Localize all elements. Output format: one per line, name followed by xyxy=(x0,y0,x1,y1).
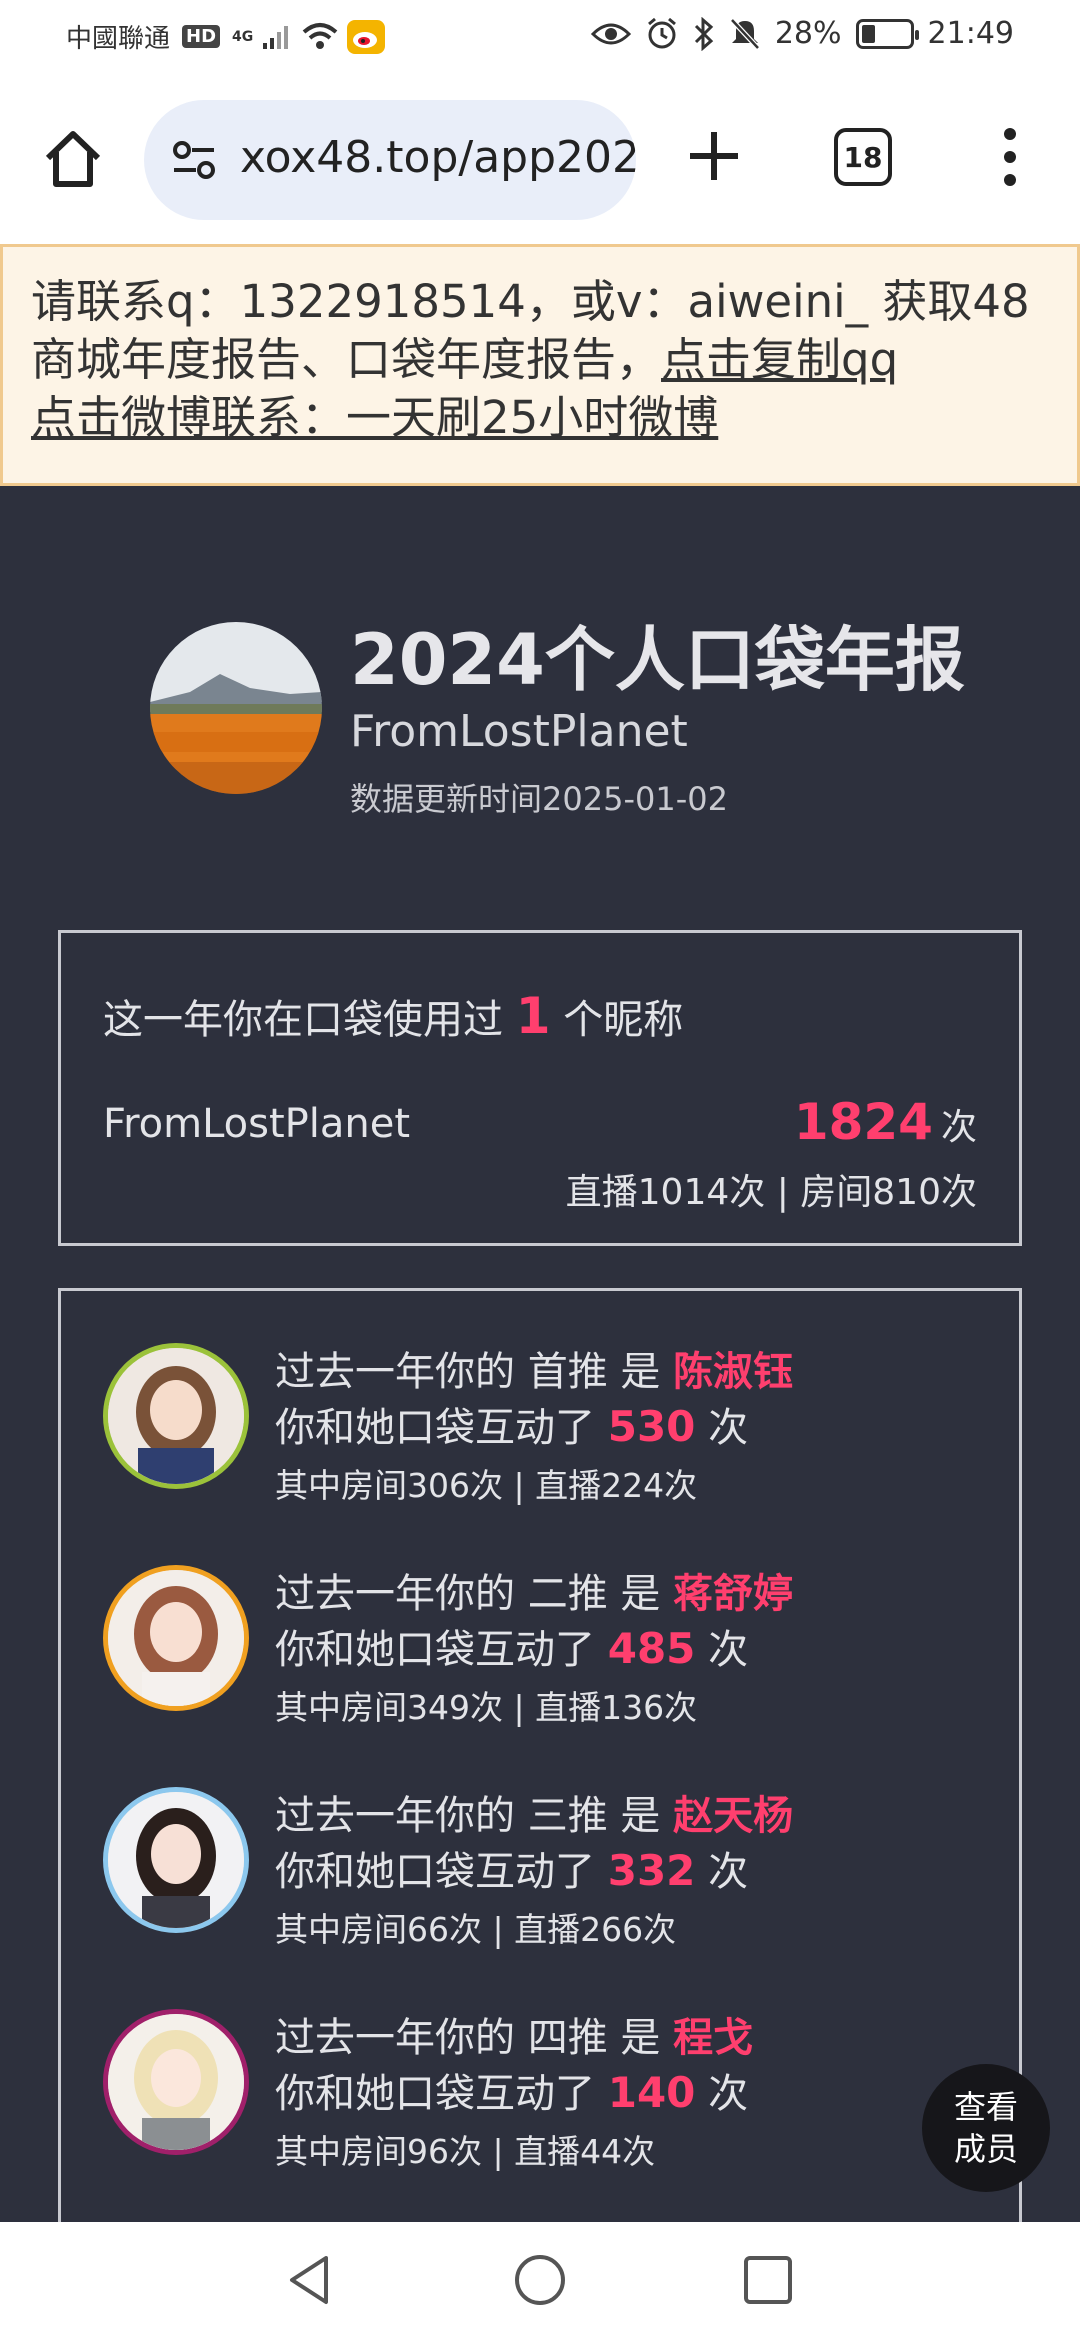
tab-count: 18 xyxy=(843,140,883,174)
oshi-title: 过去一年你的 首推 是 陈淑钰 xyxy=(275,1339,793,1397)
oshi-title: 过去一年你的 二推 是 蒋舒婷 xyxy=(275,1561,793,1619)
status-bar: 中國聯通 HD 4G 28% 21:49 xyxy=(0,0,1080,78)
interaction-unit: 次 xyxy=(708,1627,749,1673)
copy-qq-link[interactable]: 点击复制qq xyxy=(661,333,898,386)
nickname-total: 1824 次 xyxy=(794,1093,977,1151)
clock-time: 21:49 xyxy=(927,16,1014,51)
interaction-count: 332 xyxy=(607,1846,696,1895)
interaction-prefix: 你和她口袋互动了 xyxy=(275,1405,595,1451)
browser-toolbar: xox48.top/app202 18 xyxy=(0,78,1080,244)
update-time: 数据更新时间2025-01-02 xyxy=(350,780,728,818)
member-name[interactable]: 程戈 xyxy=(673,2015,753,2061)
contact-notice: 请联系q：1322918514，或v：aiweini_ 获取48商城年度报告、口… xyxy=(0,244,1080,486)
more-menu-icon[interactable] xyxy=(992,122,1028,192)
oshi-interaction: 你和她口袋互动了 530 次 xyxy=(275,1395,748,1453)
interaction-prefix: 你和她口袋互动了 xyxy=(275,1627,595,1673)
oshi-row-3: 过去一年你的 三推 是 赵天杨 你和她口袋互动了 332 次 其中房间66次 |… xyxy=(61,1735,1019,1949)
interaction-unit: 次 xyxy=(708,1849,749,1895)
nickname-summary: 这一年你在口袋使用过 1 个昵称 xyxy=(103,987,683,1045)
nickname-count: 1 xyxy=(515,987,551,1045)
address-bar[interactable]: xox48.top/app202 xyxy=(144,100,636,220)
weibo-icon xyxy=(347,19,386,54)
interaction-count: 485 xyxy=(607,1624,696,1673)
interaction-prefix: 你和她口袋互动了 xyxy=(275,1849,595,1895)
signal-icon xyxy=(263,25,289,49)
interaction-count: 140 xyxy=(607,2068,696,2117)
oshi-interaction: 你和她口袋互动了 485 次 xyxy=(275,1617,748,1675)
view-members-label-2: 成员 xyxy=(953,2130,1018,2168)
system-nav-bar xyxy=(0,2222,1080,2340)
nickname-total-unit: 次 xyxy=(940,1107,977,1148)
wifi-icon xyxy=(302,22,338,49)
oshi-interaction: 你和她口袋互动了 332 次 xyxy=(275,1839,748,1897)
oshi-row-2: 过去一年你的 二推 是 蒋舒婷 你和她口袋互动了 485 次 其中房间349次 … xyxy=(61,1513,1019,1727)
interaction-detail: 其中房间66次 | 直播266次 xyxy=(275,1910,677,1949)
report-title: 2024个人口袋年报 xyxy=(350,619,965,701)
oshi-intro: 过去一年你的 首推 是 xyxy=(275,1349,661,1395)
member-avatar[interactable] xyxy=(103,2009,249,2155)
nickname-value: FromLostPlanet xyxy=(103,1101,411,1147)
recents-icon[interactable] xyxy=(736,2248,800,2312)
view-members-button[interactable]: 查看 成员 xyxy=(922,2064,1050,2192)
interaction-unit: 次 xyxy=(708,1405,749,1451)
oshi-card: 过去一年你的 首推 是 陈淑钰 你和她口袋互动了 530 次 其中房间306次 … xyxy=(58,1288,1022,2222)
url-text[interactable]: xox48.top/app202 xyxy=(240,132,636,183)
oshi-intro: 过去一年你的 三推 是 xyxy=(275,1793,661,1839)
oshi-intro: 过去一年你的 四推 是 xyxy=(275,2015,661,2061)
home-icon[interactable] xyxy=(38,124,108,194)
bluetooth-icon xyxy=(694,16,714,51)
nickname-suffix: 个昵称 xyxy=(563,997,684,1043)
oshi-row-1: 过去一年你的 首推 是 陈淑钰 你和她口袋互动了 530 次 其中房间306次 … xyxy=(61,1291,1019,1505)
status-right: 28% 21:49 xyxy=(590,16,1014,51)
oshi-title: 过去一年你的 三推 是 赵天杨 xyxy=(275,1783,793,1841)
tab-switcher-button[interactable]: 18 xyxy=(834,128,892,186)
report-username: FromLostPlanet xyxy=(350,706,688,757)
nickname-prefix: 这一年你在口袋使用过 xyxy=(103,997,503,1043)
battery-icon xyxy=(855,18,919,49)
member-avatar[interactable] xyxy=(103,1565,249,1711)
site-settings-icon[interactable] xyxy=(168,134,220,186)
member-name[interactable]: 赵天杨 xyxy=(673,1793,793,1839)
eye-comfort-icon xyxy=(590,23,631,44)
new-tab-icon[interactable] xyxy=(682,124,746,188)
weibo-contact-link[interactable]: 点击微博联系：一天刷25小时微博 xyxy=(31,391,718,444)
oshi-intro: 过去一年你的 二推 是 xyxy=(275,1571,661,1617)
alarm-icon xyxy=(647,17,676,48)
interaction-detail: 其中房间306次 | 直播224次 xyxy=(275,1466,698,1505)
status-left: 中國聯通 HD 4G xyxy=(66,18,386,55)
interaction-unit: 次 xyxy=(708,2071,749,2117)
interaction-count: 530 xyxy=(607,1402,696,1451)
hd-badge: HD xyxy=(182,25,221,48)
home-nav-icon[interactable] xyxy=(508,2248,572,2312)
network-type: 4G xyxy=(232,28,254,45)
view-members-label-1: 查看 xyxy=(953,2088,1018,2126)
carrier-name: 中國聯通 xyxy=(66,24,171,54)
oshi-interaction: 你和她口袋互动了 140 次 xyxy=(275,2061,748,2119)
interaction-prefix: 你和她口袋互动了 xyxy=(275,2071,595,2117)
battery-fill xyxy=(861,24,875,43)
member-name[interactable]: 蒋舒婷 xyxy=(673,1571,793,1617)
avatar-landscape-image xyxy=(150,622,322,794)
interaction-detail: 其中房间96次 | 直播44次 xyxy=(275,2132,656,2171)
user-avatar xyxy=(150,622,322,794)
oshi-title: 过去一年你的 四推 是 程戈 xyxy=(275,2005,753,2063)
interaction-detail: 其中房间349次 | 直播136次 xyxy=(275,1688,698,1727)
battery-percent: 28% xyxy=(774,16,842,51)
annual-report: 2024个人口袋年报 FromLostPlanet 数据更新时间2025-01-… xyxy=(0,486,1080,2222)
back-icon[interactable] xyxy=(278,2248,342,2312)
nickname-card: 这一年你在口袋使用过 1 个昵称 FromLostPlanet 1824 次 直播… xyxy=(58,930,1022,1246)
nickname-breakdown: 直播1014次 | 房间810次 xyxy=(565,1172,977,1213)
member-avatar[interactable] xyxy=(103,1787,249,1933)
member-avatar[interactable] xyxy=(103,1343,249,1489)
oshi-row-4: 过去一年你的 四推 是 程戈 你和她口袋互动了 140 次 其中房间96次 | … xyxy=(61,1957,1019,2171)
nickname-total-count: 1824 xyxy=(793,1093,933,1151)
member-name[interactable]: 陈淑钰 xyxy=(673,1349,793,1395)
mute-icon xyxy=(730,17,760,50)
